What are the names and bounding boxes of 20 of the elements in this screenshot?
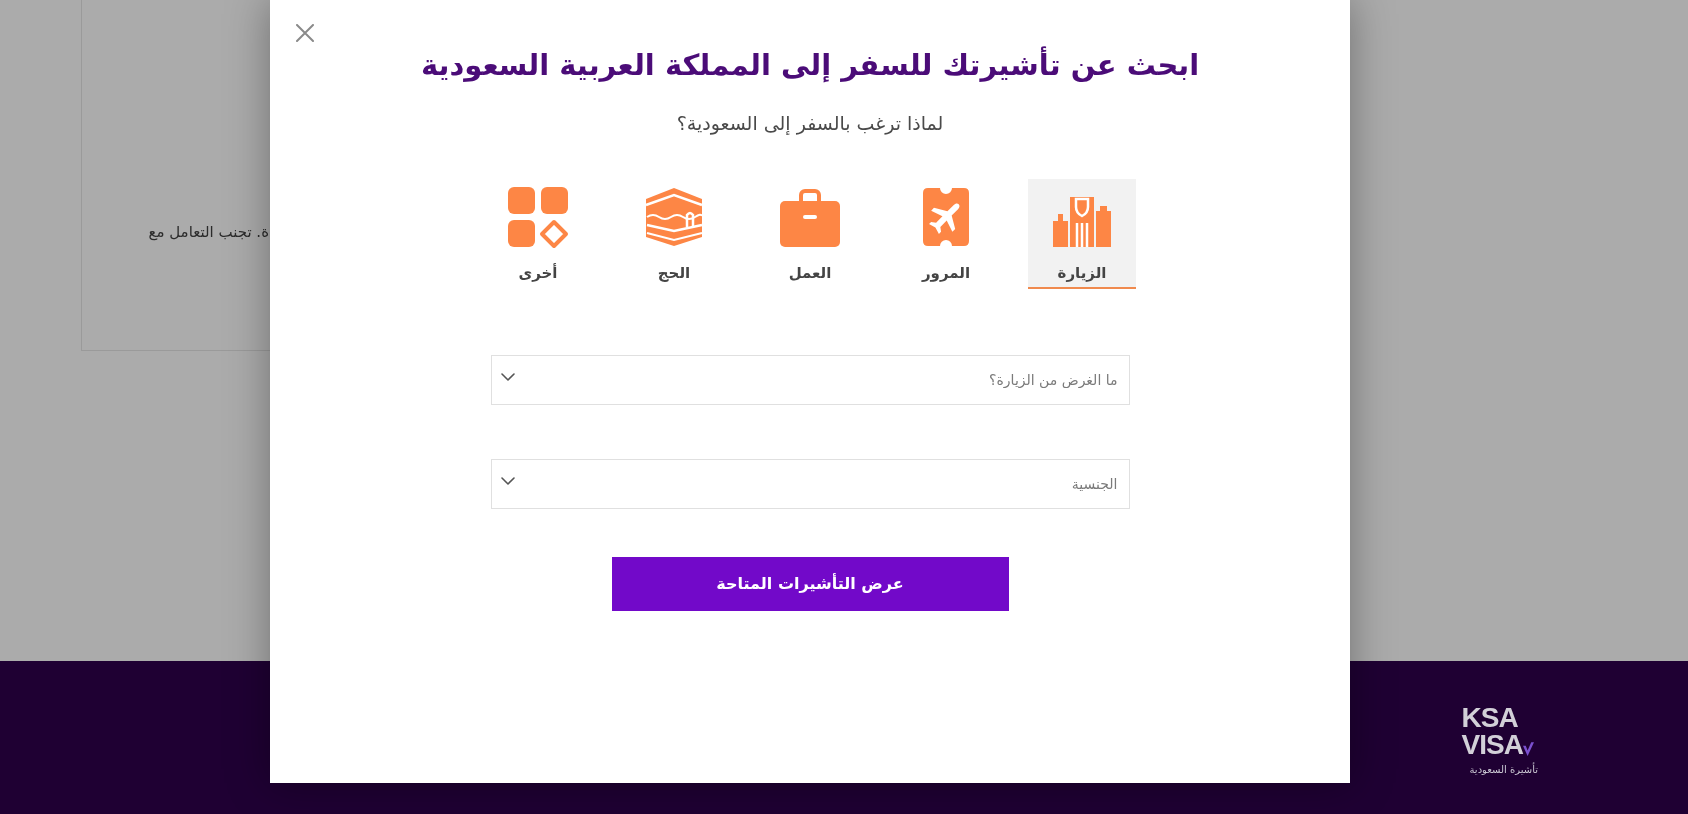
checkmark-icon bbox=[1522, 742, 1534, 756]
notice-text: ة. تجنب التعامل مع bbox=[148, 222, 270, 242]
logo-text: KSA bbox=[1461, 705, 1518, 731]
close-button[interactable] bbox=[294, 22, 316, 44]
modal-subtitle: لماذا ترغب بالسفر إلى السعودية؟ bbox=[676, 111, 944, 136]
dropdown-field[interactable]: ما الغرض من الزيارة؟ bbox=[490, 355, 1130, 405]
chevron-down-icon bbox=[500, 373, 515, 381]
shapes-grid-icon bbox=[506, 185, 570, 249]
modal-title: ابحث عن تأشيرتك للسفر إلى المملكة العربية السعودية bbox=[420, 45, 1200, 85]
purpose-tab[interactable]: أخرى bbox=[484, 179, 592, 289]
close-icon bbox=[296, 24, 314, 42]
chevron-down-icon bbox=[500, 477, 515, 485]
purpose-tab[interactable]: الحج bbox=[620, 179, 728, 289]
purpose-tab[interactable]: العمل bbox=[756, 179, 864, 289]
submit-button[interactable]: عرض التأشيرات المتاحة bbox=[611, 557, 1009, 611]
purpose-tab[interactable]: المرور bbox=[892, 179, 1000, 289]
logo-text: VISA bbox=[1461, 731, 1523, 759]
logo-tagline: تأشيرة السعودية bbox=[1469, 764, 1538, 776]
purpose-tab[interactable]: الزيارة bbox=[1028, 179, 1136, 289]
dropdown-field[interactable]: الجنسية bbox=[490, 459, 1130, 509]
